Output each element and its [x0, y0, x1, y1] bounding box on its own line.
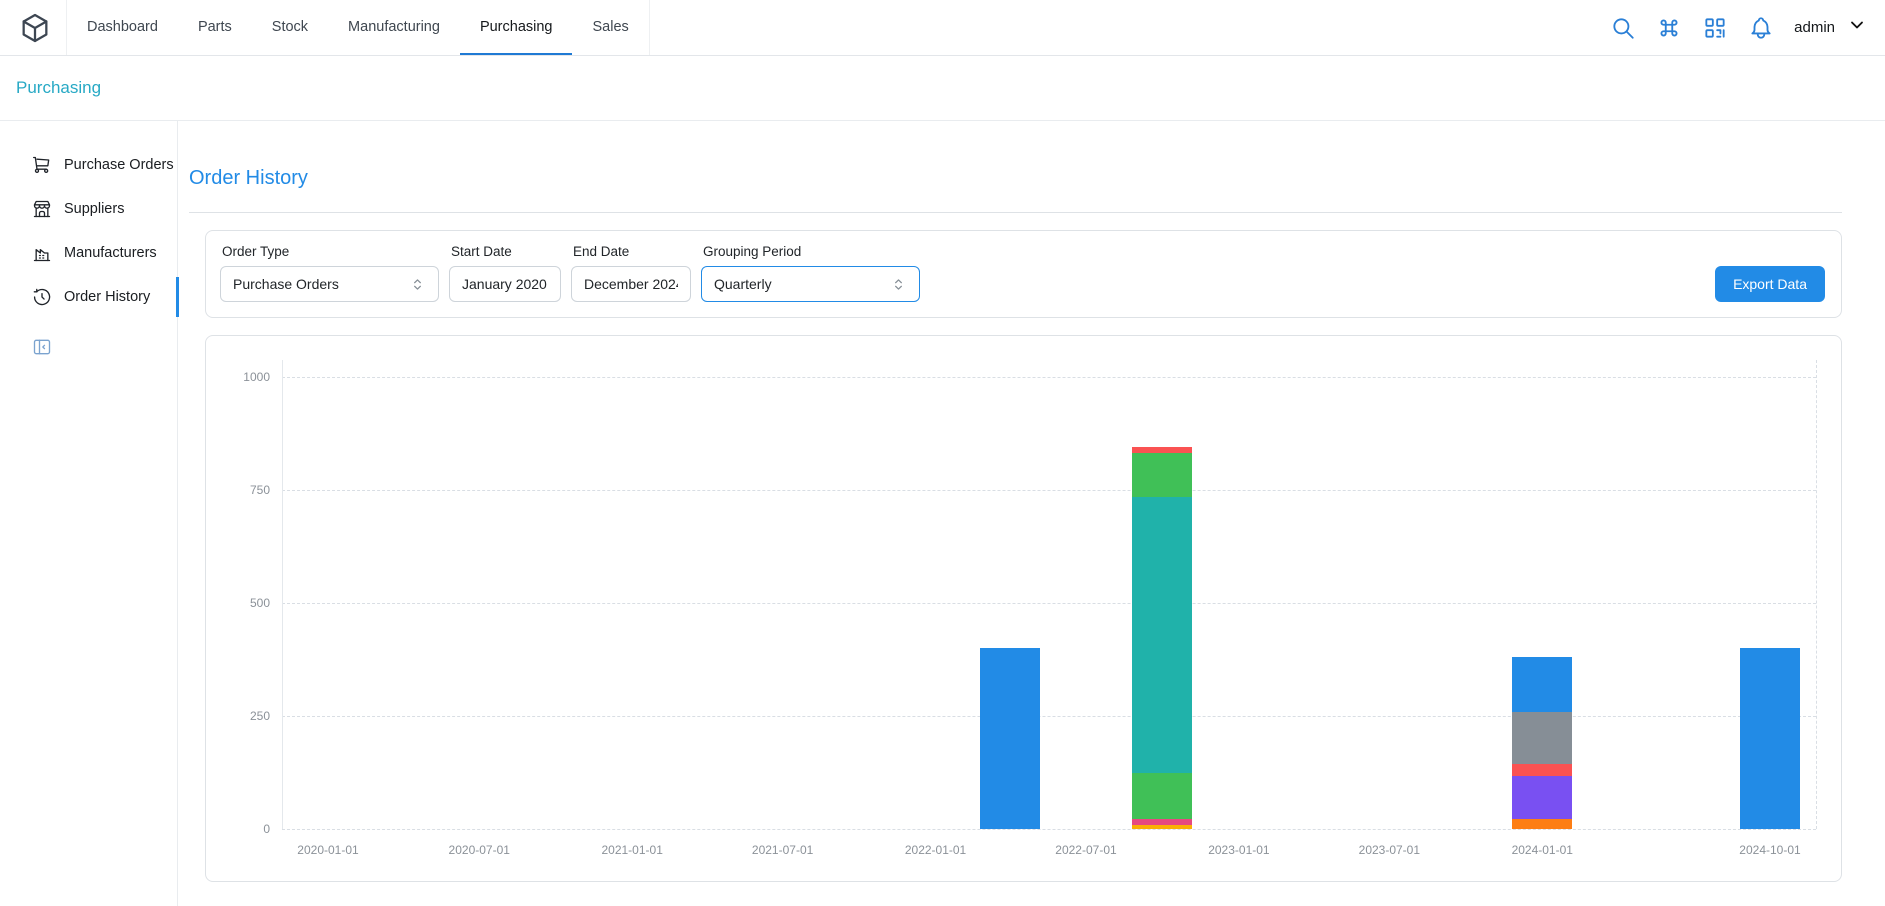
gridline [282, 377, 1816, 378]
sidebar-item-order-history[interactable]: Order History [0, 275, 177, 319]
start-date-input[interactable] [449, 266, 561, 302]
breadcrumb-purchasing[interactable]: Purchasing [16, 78, 101, 98]
app-logo[interactable] [18, 0, 52, 55]
grouping-period-select[interactable]: Quarterly [701, 266, 920, 302]
bar-segment[interactable] [1512, 776, 1572, 819]
bar-segment[interactable] [1132, 447, 1192, 453]
content: Purchase Orders Suppliers [0, 121, 1885, 906]
y-axis-label: 750 [210, 483, 270, 497]
bar-segment[interactable] [980, 648, 1040, 829]
sidebar-item-label: Order History [64, 289, 150, 305]
sidebar-item-manufacturers[interactable]: Manufacturers [0, 231, 177, 275]
x-axis-label: 2023-07-01 [1329, 843, 1449, 857]
nav-tab-stock[interactable]: Stock [252, 0, 328, 55]
history-icon [32, 287, 52, 307]
notifications-bell-icon[interactable] [1748, 15, 1774, 41]
app-window: Dashboard Parts Stock Manufacturing Purc… [0, 0, 1885, 906]
navbar-actions: admin [1610, 0, 1867, 55]
x-axis-label: 2023-01-01 [1179, 843, 1299, 857]
nav-tab-purchasing[interactable]: Purchasing [460, 0, 573, 55]
x-axis-label: 2022-07-01 [1026, 843, 1146, 857]
grouping-period-field: Grouping Period Quarterly [701, 244, 920, 302]
gridline [282, 716, 1816, 717]
title-divider [189, 212, 1842, 213]
nav-tab-dashboard[interactable]: Dashboard [67, 0, 178, 55]
building-store-icon [32, 199, 52, 219]
sidebar-item-purchase-orders[interactable]: Purchase Orders [0, 143, 177, 187]
breadcrumb-bar: Purchasing [0, 56, 1885, 121]
bar-segment[interactable] [1132, 453, 1192, 497]
bar-segment[interactable] [1132, 497, 1192, 774]
x-axis-label: 2021-07-01 [723, 843, 843, 857]
sidebar-collapse-icon[interactable] [32, 337, 52, 357]
bar-segment[interactable] [1132, 825, 1192, 829]
bar-segment[interactable] [1132, 773, 1192, 819]
barcode-scan-icon[interactable] [1702, 15, 1728, 41]
x-axis-label: 2022-01-01 [876, 843, 996, 857]
gridline [282, 603, 1816, 604]
bar-segment[interactable] [1512, 819, 1572, 829]
bar-segment[interactable] [1512, 657, 1572, 712]
gridline [282, 829, 1816, 830]
end-date-label: End Date [573, 244, 691, 259]
bar-segment[interactable] [1512, 712, 1572, 764]
grouping-period-label: Grouping Period [703, 244, 920, 259]
plot-right-boundary [1816, 360, 1817, 829]
sidebar-item-label: Purchase Orders [64, 157, 174, 173]
sidebar-item-label: Manufacturers [64, 245, 157, 261]
sidebar: Purchase Orders Suppliers [0, 121, 178, 906]
search-icon[interactable] [1610, 15, 1636, 41]
x-axis-label: 2021-01-01 [572, 843, 692, 857]
top-navbar: Dashboard Parts Stock Manufacturing Purc… [0, 0, 1885, 56]
x-axis-label: 2020-07-01 [419, 843, 539, 857]
end-date-input[interactable] [571, 266, 691, 302]
export-data-button[interactable]: Export Data [1715, 266, 1825, 302]
x-axis-label: 2024-01-01 [1482, 843, 1602, 857]
order-type-select[interactable]: Purchase Orders [220, 266, 439, 302]
nav-tab-manufacturing[interactable]: Manufacturing [328, 0, 460, 55]
start-date-field: Start Date [449, 244, 561, 302]
username: admin [1794, 19, 1835, 36]
x-axis-label: 2024-10-01 [1710, 843, 1830, 857]
command-palette-icon[interactable] [1656, 15, 1682, 41]
grouping-period-value: Quarterly [714, 276, 772, 292]
building-factory-icon [32, 243, 52, 263]
filter-panel: Order Type Purchase Orders Start Date [205, 230, 1842, 318]
end-date-field: End Date [571, 244, 691, 302]
y-axis-label: 1000 [210, 370, 270, 384]
package-box-icon [18, 11, 52, 45]
y-axis-label: 0 [210, 822, 270, 836]
chevron-updown-icon [409, 276, 426, 293]
main-panel: Order History Order Type Purchase Orders [178, 121, 1885, 906]
order-type-label: Order Type [222, 244, 439, 259]
bar-segment[interactable] [1132, 819, 1192, 825]
user-menu[interactable]: admin [1794, 15, 1867, 40]
navbar-separator [649, 0, 650, 55]
order-type-value: Purchase Orders [233, 276, 339, 292]
gridline [282, 490, 1816, 491]
sidebar-item-label: Suppliers [64, 201, 124, 217]
shopping-cart-icon [32, 155, 52, 175]
bar-segment[interactable] [1740, 648, 1800, 829]
chevron-updown-icon [890, 276, 907, 293]
chart-card: 0 250 500 750 1000 2020-01-01 2020-07-01 2021-0… [205, 335, 1842, 882]
sidebar-item-suppliers[interactable]: Suppliers [0, 187, 177, 231]
y-axis-line [282, 360, 283, 829]
order-history-chart[interactable]: 0 250 500 750 1000 2020-01-01 2020-07-01 2021-0… [206, 336, 1841, 881]
main-navigation: Dashboard Parts Stock Manufacturing Purc… [67, 0, 649, 55]
nav-tab-parts[interactable]: Parts [178, 0, 252, 55]
y-axis-label: 500 [210, 596, 270, 610]
y-axis-label: 250 [210, 709, 270, 723]
x-axis-label: 2020-01-01 [268, 843, 388, 857]
start-date-label: Start Date [451, 244, 561, 259]
chevron-down-icon [1847, 15, 1867, 40]
order-type-field: Order Type Purchase Orders [220, 244, 439, 302]
page-title: Order History [189, 167, 1842, 190]
bar-segment[interactable] [1512, 764, 1572, 775]
nav-tab-sales[interactable]: Sales [572, 0, 648, 55]
